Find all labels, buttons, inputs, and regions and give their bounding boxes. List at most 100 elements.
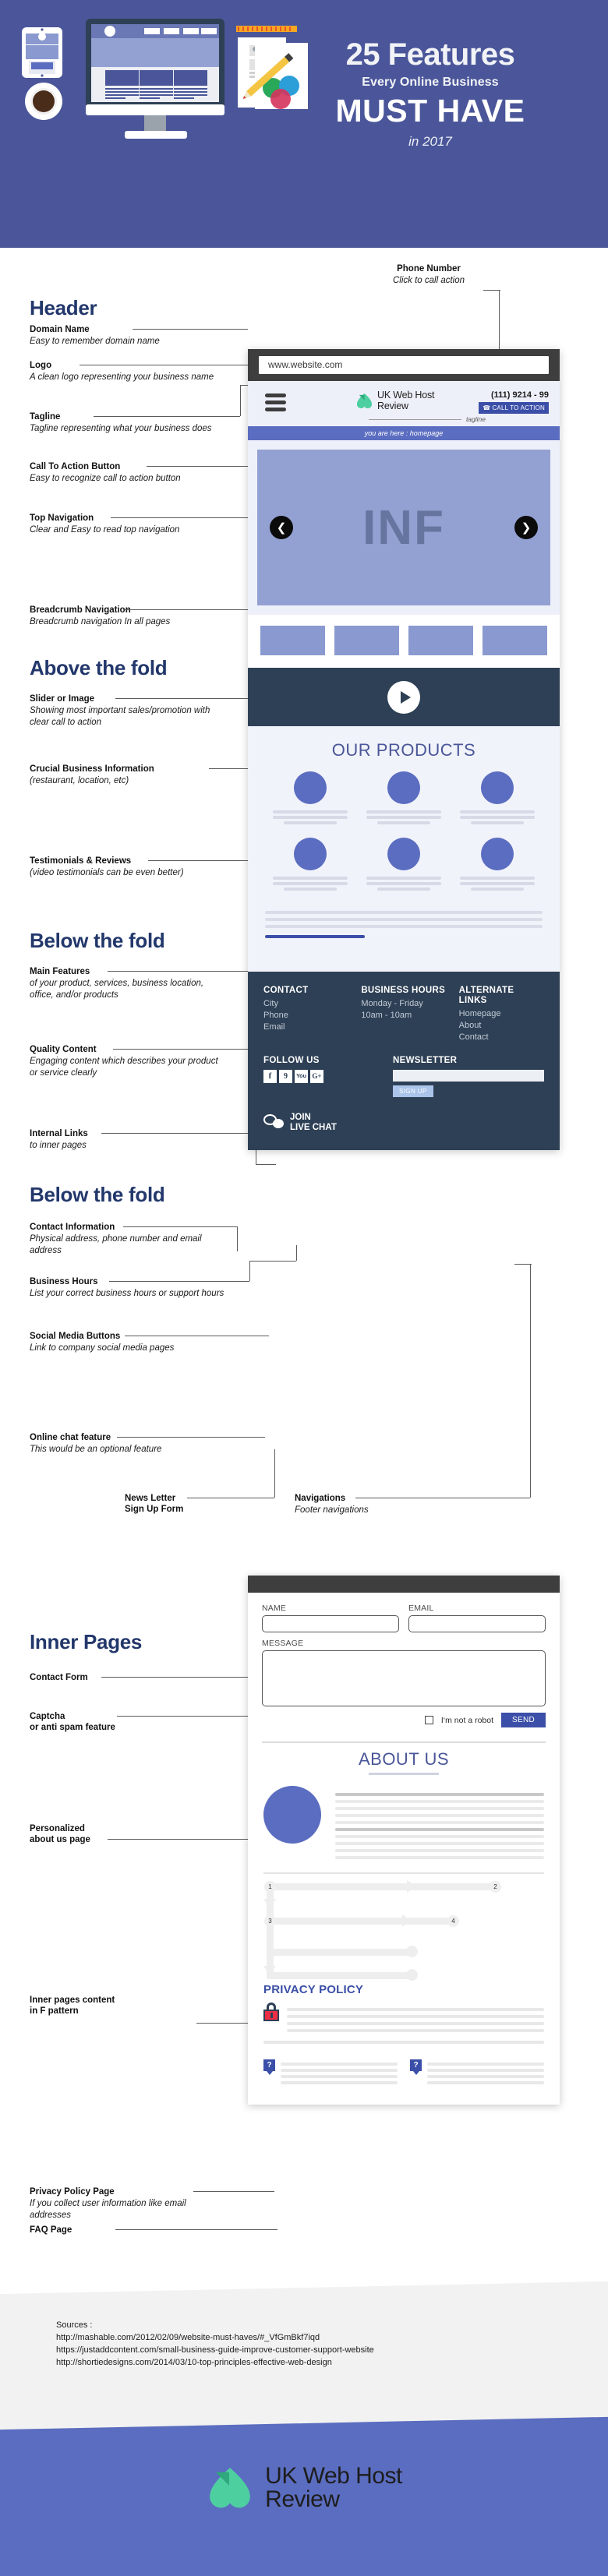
leader-line: [256, 1164, 276, 1165]
leader-line: [94, 416, 240, 417]
product-card[interactable]: [460, 771, 535, 827]
text-line: [427, 2081, 544, 2084]
f-arrow-right-icon: [402, 1914, 412, 1927]
product-card[interactable]: [273, 838, 348, 893]
twitter-icon[interactable]: 9: [279, 1069, 292, 1083]
footer-follow-title: FOLLOW US: [263, 1055, 320, 1065]
website-mockup-inner-pages: NAME EMAIL MESSAGE I‘m not a robot SEND …: [248, 1576, 560, 2105]
facebook-icon[interactable]: f: [263, 1069, 277, 1083]
url-input[interactable]: www.website.com: [259, 356, 549, 374]
product-line: [460, 816, 535, 819]
product-card[interactable]: [273, 771, 348, 827]
leader-line: [101, 1133, 256, 1134]
google-plus-icon[interactable]: G+: [310, 1069, 323, 1083]
email-input[interactable]: [408, 1615, 546, 1632]
thumbnail-item[interactable]: [483, 626, 547, 655]
site-phone-block: (111) 9214 - 99 ☎ CALL TO ACTION: [479, 390, 549, 414]
label-title: Business Hours: [30, 1277, 98, 1286]
label-title: Call To Action Button: [30, 462, 121, 471]
source-url[interactable]: http://shortiedesigns.com/2014/03/10-top…: [56, 2357, 608, 2370]
label-title: Contact Information: [30, 1223, 115, 1232]
product-line: [366, 877, 441, 880]
callout-newsletter: News Letter Sign Up Form: [125, 1493, 234, 1516]
internal-link[interactable]: [265, 935, 366, 938]
slider-container: ❮ INF ❯: [248, 440, 560, 615]
product-icon: [481, 838, 514, 870]
text-line: [287, 2015, 544, 2018]
call-to-action-button[interactable]: ☎ CALL TO ACTION: [479, 402, 549, 414]
product-line: [366, 816, 441, 819]
hero-title-block: 25 Features Every Online Business MUST H…: [274, 37, 586, 150]
label-internal-links: Internal Links to inner pages: [30, 1128, 224, 1152]
f-endpoint: [406, 1969, 418, 1981]
hero-banner: 25 Features Every Online Business MUST H…: [0, 0, 608, 248]
source-url[interactable]: http://mashable.com/2012/02/09/website-m…: [56, 2332, 608, 2345]
source-url[interactable]: https://justaddcontent.com/small-busines…: [56, 2345, 608, 2357]
faq-section: ? ?: [248, 2048, 560, 2105]
label-title: Domain Name: [30, 325, 90, 334]
chevron-left-icon[interactable]: ❮: [270, 516, 293, 539]
label-title: Testimonials & Reviews: [30, 856, 132, 866]
product-card[interactable]: [366, 771, 441, 827]
site-logo[interactable]: UK Web Host Review: [355, 390, 434, 411]
product-icon: [294, 838, 327, 870]
newsletter-email-input[interactable]: [393, 1069, 544, 1082]
footer-column-links: ALTERNATE LINKS Homepage About Contact: [459, 986, 544, 1043]
footer-column-hours: BUSINESS HOURS Monday - Friday 10am - 10…: [361, 986, 446, 1043]
text-line: [427, 2063, 544, 2066]
site-footer: CONTACT City Phone Email BUSINESS HOURS …: [248, 972, 560, 1151]
breadcrumb[interactable]: you are here : homepage: [248, 426, 560, 440]
hero-line-1: 25 Features: [345, 37, 515, 72]
leader-line: [274, 1449, 275, 1498]
footer-links-lines[interactable]: Homepage About Contact: [459, 1008, 544, 1043]
about-us-body: [248, 1775, 560, 1868]
brand-line-2: Review: [377, 400, 408, 411]
leader-line: [133, 329, 248, 330]
website-mockup-homepage: www.website.com UK Web Host Review tagli…: [248, 349, 560, 1151]
product-card[interactable]: [460, 838, 535, 893]
chevron-right-icon[interactable]: ❯: [514, 516, 538, 539]
product-line: [377, 887, 430, 891]
thumbnail-item[interactable]: [334, 626, 399, 655]
label-title: Crucial Business Information: [30, 764, 154, 774]
thumbnail-item[interactable]: [408, 626, 473, 655]
brand-footer-text: UK Web Host Review: [265, 2463, 402, 2512]
send-button[interactable]: SEND: [501, 1713, 546, 1727]
callout-phone-desc: Click to call action: [392, 276, 465, 286]
newsletter-signup-button[interactable]: SIGN UP: [393, 1085, 433, 1097]
hamburger-menu-icon[interactable]: [265, 393, 286, 415]
label-desc: Engaging content which describes your pr…: [30, 1057, 218, 1078]
name-input[interactable]: [262, 1615, 399, 1632]
leader-line: [296, 1245, 297, 1261]
thumbnail-item[interactable]: [260, 626, 325, 655]
text-line: [281, 2069, 398, 2072]
site-tagline: tagline: [465, 415, 486, 423]
contact-form-top-row: NAME EMAIL: [262, 1604, 546, 1632]
product-icon: [481, 771, 514, 804]
play-icon[interactable]: [387, 680, 420, 714]
text-line: [335, 1835, 544, 1838]
label-contact-form: Contact Form: [30, 1672, 224, 1683]
footer-contact-lines: City Phone Email: [263, 999, 288, 1032]
message-textarea[interactable]: [262, 1650, 546, 1706]
privacy-text-lines: [287, 2003, 544, 2036]
footer-column-contact: CONTACT City Phone Email: [263, 986, 348, 1043]
youtube-icon[interactable]: You: [295, 1069, 308, 1083]
faq-item[interactable]: ?: [410, 2059, 544, 2087]
product-line: [366, 882, 441, 885]
live-chat-widget[interactable]: JOIN LIVE CHAT: [263, 1113, 544, 1133]
leader-line: [108, 1839, 256, 1840]
live-chat-label: JOIN LIVE CHAT: [290, 1113, 337, 1133]
slider-text: INF: [362, 500, 445, 555]
text-line: [335, 1814, 544, 1817]
product-line: [366, 810, 441, 813]
site-phone-number[interactable]: (111) 9214 - 99: [479, 390, 549, 400]
robot-checkbox[interactable]: [424, 1716, 433, 1724]
video-testimonial-block[interactable]: [248, 668, 560, 726]
text-line: [281, 2081, 398, 2084]
product-card[interactable]: [366, 838, 441, 893]
text-line: [335, 1849, 544, 1852]
about-us-title: ABOUT US: [358, 1749, 450, 1769]
product-line: [460, 810, 535, 813]
faq-item[interactable]: ?: [263, 2059, 398, 2087]
